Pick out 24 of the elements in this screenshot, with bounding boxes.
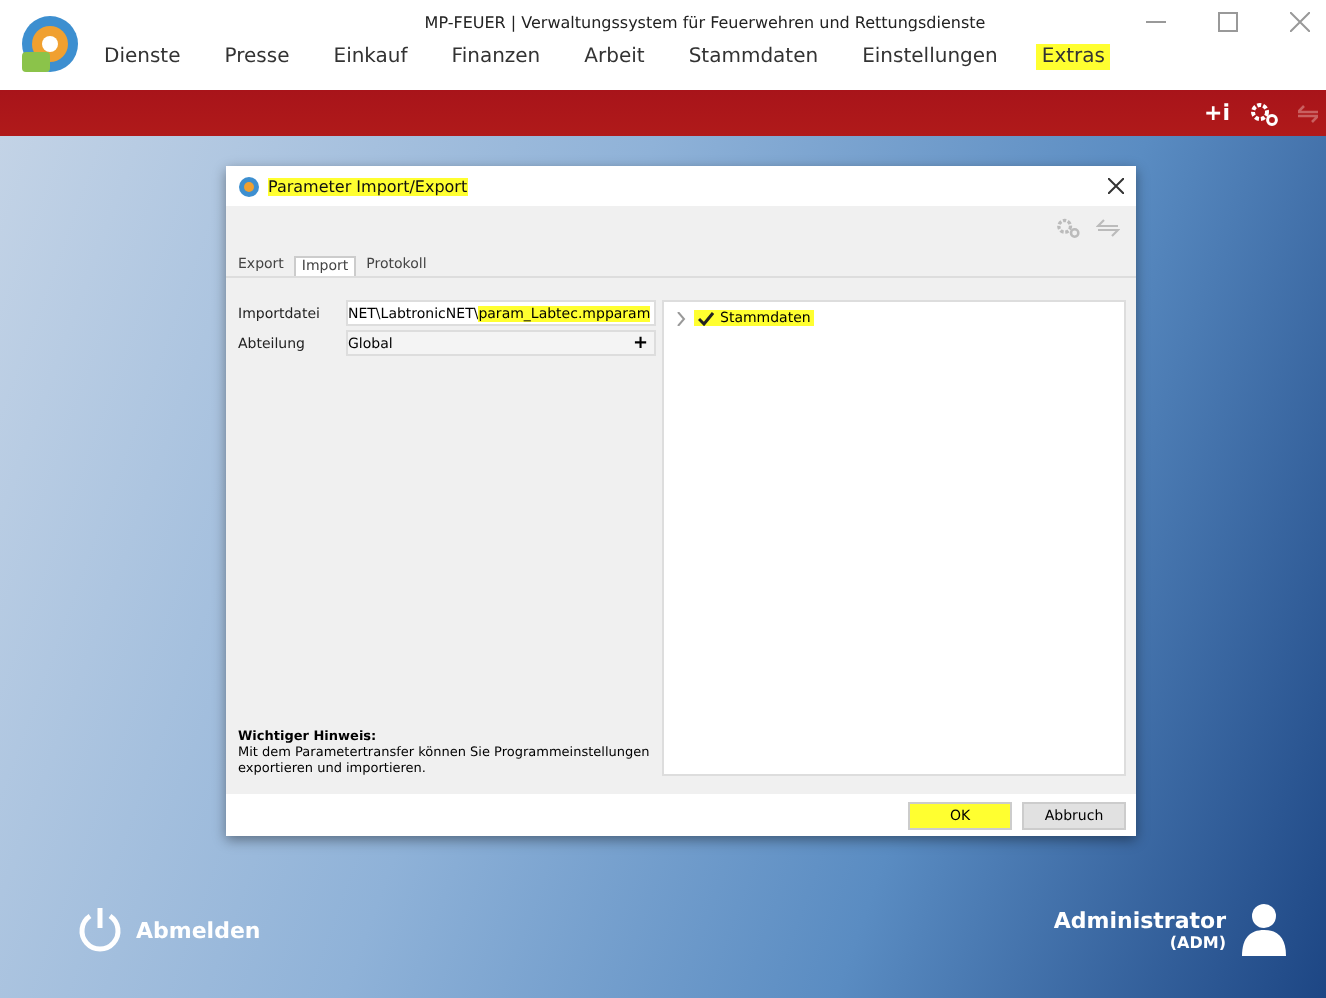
arrows-icon[interactable] bbox=[1096, 218, 1120, 238]
user-silhouette-icon[interactable] bbox=[1242, 902, 1286, 958]
menu-item[interactable]: Presse bbox=[218, 44, 296, 70]
user-name: Administrator bbox=[1053, 908, 1226, 934]
menu-item[interactable]: Finanzen bbox=[445, 44, 547, 70]
close-icon[interactable] bbox=[1108, 178, 1124, 194]
power-icon[interactable] bbox=[76, 906, 124, 954]
gears-icon[interactable] bbox=[1250, 101, 1278, 125]
menu-item[interactable]: Einkauf bbox=[327, 44, 414, 70]
menu-item[interactable]: Dienste bbox=[98, 44, 187, 70]
menu-item[interactable]: Arbeit bbox=[578, 44, 651, 70]
arrows-icon[interactable] bbox=[1298, 103, 1318, 123]
maximize-icon[interactable] bbox=[1218, 12, 1238, 32]
menu-item[interactable]: Stammdaten bbox=[682, 44, 825, 70]
expander-icon[interactable] bbox=[676, 311, 686, 325]
add-button[interactable]: + bbox=[626, 333, 654, 353]
info-button[interactable]: +i bbox=[1204, 100, 1230, 126]
menu-item[interactable]: Extras bbox=[1035, 44, 1111, 70]
dialog-title: Parameter Import/Export bbox=[268, 177, 468, 195]
menu-item[interactable]: Einstellungen bbox=[856, 44, 1004, 70]
window-title: MP-FEUER | Verwaltungssystem für Feuerwehren und Rettungsdienste bbox=[424, 13, 986, 31]
checkmark-icon[interactable] bbox=[698, 311, 714, 325]
user-code: (ADM) bbox=[1169, 934, 1226, 952]
app-logo-icon bbox=[238, 175, 260, 197]
